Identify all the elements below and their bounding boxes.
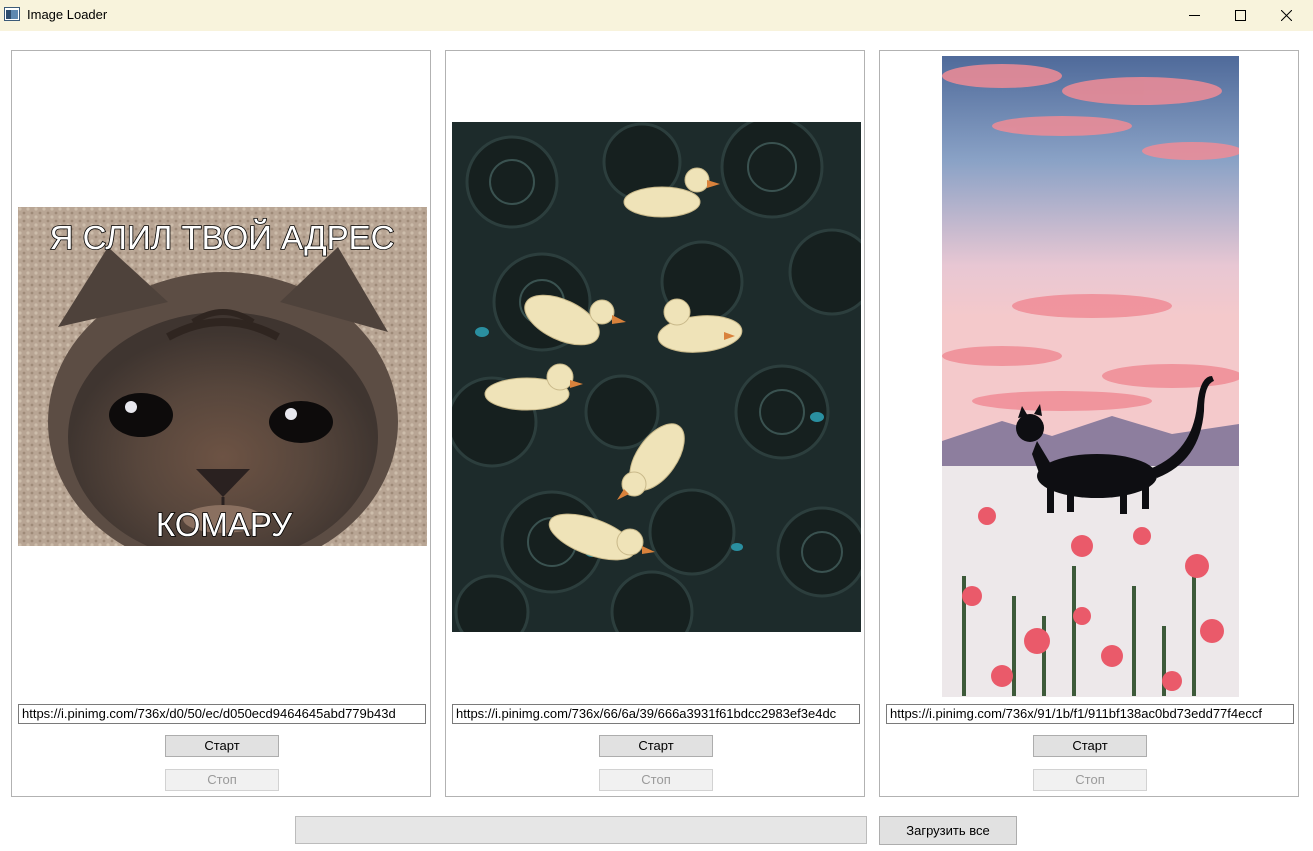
start-button-3[interactable]: Старт: [1033, 735, 1147, 757]
stop-button-3[interactable]: Стоп: [1033, 769, 1147, 791]
start-button-1[interactable]: Старт: [165, 735, 279, 757]
cat-flower-field-image: [942, 56, 1239, 697]
overall-progress-bar: [295, 816, 867, 844]
image-panel-3: https://i.pinimg.com/736x/91/1b/f1/911bf…: [879, 50, 1299, 797]
stop-button-2[interactable]: Стоп: [599, 769, 713, 791]
maximize-button[interactable]: [1218, 0, 1264, 31]
close-button[interactable]: [1264, 0, 1310, 31]
minimize-icon: [1189, 15, 1200, 16]
meme-caption-top: Я СЛИЛ ТВОЙ АДРЕС: [50, 219, 395, 256]
close-icon: [1281, 10, 1292, 21]
app-window-icon: [4, 7, 20, 21]
url-input-2[interactable]: https://i.pinimg.com/736x/66/6a/39/666a3…: [452, 704, 860, 724]
minimize-button[interactable]: [1172, 0, 1218, 31]
start-button-2[interactable]: Старт: [599, 735, 713, 757]
stop-button-1[interactable]: Стоп: [165, 769, 279, 791]
image-panel-1: Я СЛИЛ ТВОЙ АДРЕС КОМАРУ https://i.pinim…: [11, 50, 431, 797]
load-all-button[interactable]: Загрузить все: [879, 816, 1017, 845]
url-input-1[interactable]: https://i.pinimg.com/736x/d0/50/ec/d050e…: [18, 704, 426, 724]
meme-caption-bottom: КОМАРУ: [156, 506, 293, 543]
maximize-icon: [1235, 10, 1246, 21]
url-input-3[interactable]: https://i.pinimg.com/736x/91/1b/f1/911bf…: [886, 704, 1294, 724]
window-title: Image Loader: [27, 7, 108, 22]
kitten-meme-image: Я СЛИЛ ТВОЙ АДРЕС КОМАРУ: [18, 207, 427, 546]
title-bar: Image Loader: [0, 0, 1313, 31]
image-panel-2: https://i.pinimg.com/736x/66/6a/39/666a3…: [445, 50, 865, 797]
ducks-pond-image: [452, 122, 861, 632]
